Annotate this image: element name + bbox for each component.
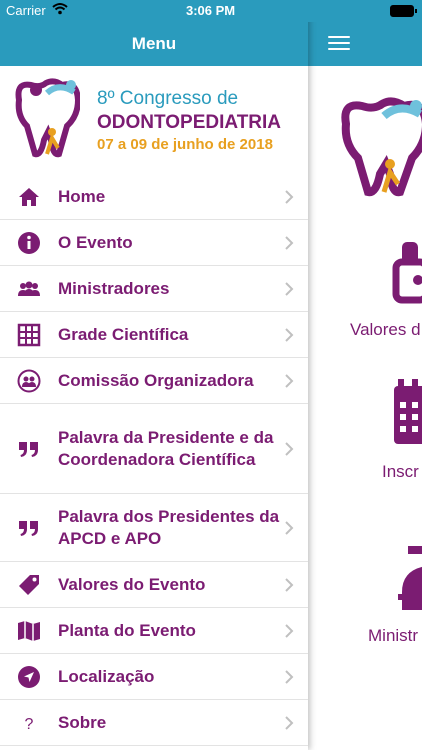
chevron-right-icon [285,327,294,342]
brand-dates: 07 a 09 de junho de 2018 [97,136,273,153]
svg-text:?: ? [25,716,34,733]
menu-item-label: Sobre [58,712,107,732]
wifi-icon [52,3,68,15]
brand-line-1: 8º Congresso de [97,88,239,109]
menu-title: Menu [131,34,177,53]
home-icon [19,187,39,206]
group-circle-icon [17,369,41,392]
grid-icon [17,323,41,346]
hamburger-menu-icon[interactable] [328,36,350,50]
menu-item-comissao-organizadora[interactable]: Comissão Organizadora [0,358,308,404]
quote-icon [19,441,38,457]
battery-icon [390,5,417,17]
quote-icon [19,520,38,536]
menu-item-label: Palavra da Presidente e da Coordenadora … [58,427,274,469]
chevron-right-icon [285,281,294,296]
congress-logo-icon [341,97,422,197]
chevron-right-icon [285,715,294,730]
tile-label-valores: Valores d [350,320,421,339]
menu-item-label: Planta do Evento [58,620,196,640]
tile-label-inscricoes: Inscr [382,462,419,481]
home-screen-background: Valores d Inscr Ministr [308,0,422,750]
chevron-right-icon [285,235,294,250]
menu-item-label: Home [58,186,106,206]
menu-item-label: Comissão Organizadora [58,370,254,390]
person-icon [398,546,422,610]
price-tag-icon [392,242,422,304]
menu-item-sobre[interactable]: ? Sobre [0,700,308,746]
menu-item-home[interactable]: Home [0,174,308,220]
chevron-right-icon [285,441,294,456]
congress-brand: 8º Congresso de ODONTOPEDIATRIA 07 a 09 … [0,66,308,170]
menu-item-planta[interactable]: Planta do Evento [0,608,308,654]
calendar-icon [394,379,422,444]
menu-item-label: Palavra dos Presidentes da APCD e APO [58,506,280,548]
menu-item-palavra-presidente[interactable]: Palavra da Presidente e da Coordenadora … [0,404,308,494]
menu-item-label: Grade Científica [58,324,189,344]
chevron-right-icon [285,520,294,535]
map-icon [18,620,40,641]
menu-item-grade-cientifica[interactable]: Grade Científica [0,312,308,358]
menu-item-ministradores[interactable]: Ministradores [0,266,308,312]
people-icon [18,281,40,296]
menu-item-label: Ministradores [58,278,170,298]
congress-logo-icon [15,78,80,158]
menu-item-o-evento[interactable]: O Evento [0,220,308,266]
info-icon [18,231,40,254]
menu-list: Home O Evento Ministradores Grade Cientí… [0,174,308,746]
status-bar: Carrier 3:06 PM [0,0,422,22]
price-tag-icon [19,574,39,595]
chevron-right-icon [285,577,294,592]
location-arrow-icon [18,665,40,688]
menu-item-label: Localização [58,666,155,686]
side-menu: Menu 8º Congresso de ODONTOPEDIATRIA 07 … [0,0,308,750]
carrier-label: Carrier [6,3,46,18]
question-icon: ? [25,716,34,733]
clock: 3:06 PM [186,3,236,18]
menu-item-valores[interactable]: Valores do Evento [0,562,308,608]
menu-item-label: Valores do Evento [58,574,206,594]
menu-item-palavra-presidentes-apcd[interactable]: Palavra dos Presidentes da APCD e APO [0,494,308,562]
chevron-right-icon [285,373,294,388]
chevron-right-icon [285,669,294,684]
brand-line-2: ODONTOPEDIATRIA [97,112,282,133]
chevron-right-icon [285,623,294,638]
menu-item-localizacao[interactable]: Localização [0,654,308,700]
menu-header: Menu [0,22,308,66]
home-nav-bar [308,22,422,66]
tile-label-ministradores: Ministr [368,626,419,645]
chevron-right-icon [285,189,294,204]
menu-item-label: O Evento [58,232,133,252]
